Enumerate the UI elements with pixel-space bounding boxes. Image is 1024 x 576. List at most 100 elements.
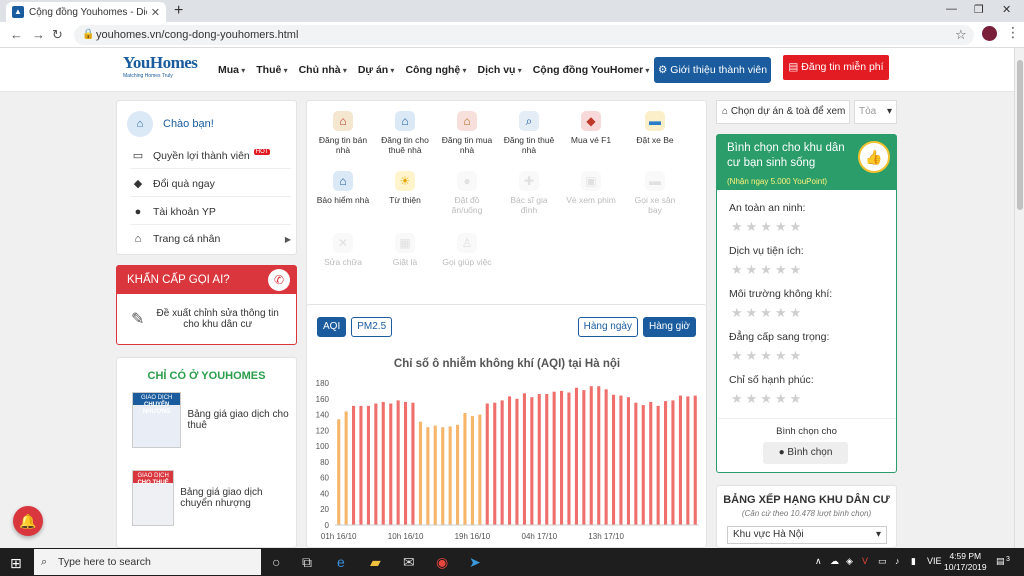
network-icon[interactable]: ▭ xyxy=(878,556,887,567)
windows-start-icon[interactable]: ⊞ xyxy=(10,555,22,572)
aqi-bar[interactable] xyxy=(478,414,482,525)
service-post-lease[interactable]: ⌕ Đăng tin thuê nhà xyxy=(501,111,557,155)
aqi-bar[interactable] xyxy=(671,400,675,525)
aqi-bar[interactable] xyxy=(485,403,489,526)
file-explorer-icon[interactable]: ▰ xyxy=(370,554,381,571)
aqi-bar[interactable] xyxy=(619,395,623,525)
nav-du-an[interactable]: Dự án xyxy=(358,64,395,76)
aqi-bar[interactable] xyxy=(560,390,564,525)
aqi-bar[interactable] xyxy=(530,397,534,525)
aqi-bar[interactable] xyxy=(500,400,504,525)
cortana-icon[interactable]: ○ xyxy=(272,554,280,570)
youhomes-logo[interactable]: YouHomes Matching Homes Truly xyxy=(123,54,198,87)
browser-menu-icon[interactable]: ⋮ xyxy=(1006,24,1020,41)
close-tab-icon[interactable]: ✕ xyxy=(151,6,160,19)
sidebar-item-gifts[interactable]: ◆ Đổi quà ngay xyxy=(131,171,291,197)
dropbox-icon[interactable]: ◈ xyxy=(846,556,853,567)
tab-pm25[interactable]: PM2.5 xyxy=(351,317,393,337)
aqi-bar[interactable] xyxy=(493,402,497,525)
profile-avatar[interactable] xyxy=(982,26,997,41)
aqi-bar[interactable] xyxy=(686,396,690,525)
price-rent-link[interactable]: GIAO DỊCH CHUYỂN NHƯỢNG Bảng giá giao dịc… xyxy=(132,392,292,448)
nav-thue[interactable]: Thuê xyxy=(256,64,287,76)
aqi-bar[interactable] xyxy=(626,397,630,525)
nav-mua[interactable]: Mua xyxy=(218,64,245,76)
post-free-button[interactable]: ▤ Đăng tin miễn phí xyxy=(783,55,889,80)
nav-chu-nha[interactable]: Chủ nhà xyxy=(299,64,347,76)
aqi-bar[interactable] xyxy=(456,424,460,525)
telegram-icon[interactable]: ➤ xyxy=(469,554,481,571)
notification-bell-icon[interactable]: 🔔 xyxy=(13,506,43,536)
rating-stars[interactable]: ★★★★★ xyxy=(731,305,804,321)
aqi-bar[interactable] xyxy=(678,395,682,525)
battery-icon[interactable]: ▮ xyxy=(911,556,916,567)
aqi-bar[interactable] xyxy=(567,392,571,526)
service-post-buy[interactable]: ⌂ Đăng tin mua nhà xyxy=(439,111,495,155)
project-select[interactable]: ⌂ Chọn dự án & toà để xem xyxy=(716,100,850,124)
aqi-bar[interactable] xyxy=(366,405,370,525)
aqi-bar[interactable] xyxy=(656,405,660,525)
service-home-insurance[interactable]: ⌂ Bảo hiểm nhà xyxy=(315,171,371,205)
aqi-bar[interactable] xyxy=(396,400,400,525)
region-select[interactable]: Khu vực Hà Nội ▾ xyxy=(727,526,887,544)
aqi-bar[interactable] xyxy=(649,401,653,525)
aqi-bar[interactable] xyxy=(515,398,519,525)
aqi-bar[interactable] xyxy=(508,396,512,525)
intro-member-button[interactable]: ⚙ Giới thiệu thành viên xyxy=(654,57,771,83)
aqi-bar[interactable] xyxy=(441,427,445,525)
suggest-edit-link[interactable]: ✎ Đề xuất chỉnh sửa thông tin cho khu dâ… xyxy=(131,308,281,330)
tab-hourly[interactable]: Hàng giờ xyxy=(642,317,696,337)
aqi-bar[interactable] xyxy=(693,395,697,525)
aqi-bar[interactable] xyxy=(426,427,430,525)
page-scrollbar[interactable] xyxy=(1014,48,1024,548)
rating-stars[interactable]: ★★★★★ xyxy=(731,391,804,407)
tab-daily[interactable]: Hàng ngày xyxy=(577,317,638,337)
tab-aqi[interactable]: AQI xyxy=(317,317,347,337)
rating-stars[interactable]: ★★★★★ xyxy=(731,219,804,235)
service-post-sale[interactable]: ⌂ Đăng tin bán nhà xyxy=(315,111,371,155)
aqi-bar[interactable] xyxy=(433,425,437,525)
aqi-bar[interactable] xyxy=(582,390,586,525)
minimize-icon[interactable]: — xyxy=(946,3,957,15)
aqi-bar[interactable] xyxy=(664,401,668,525)
aqi-bar[interactable] xyxy=(337,419,341,525)
aqi-bar[interactable] xyxy=(604,389,608,525)
forward-icon[interactable]: → xyxy=(32,27,45,42)
chrome-icon[interactable]: ◉ xyxy=(436,554,448,571)
action-center-icon[interactable]: ▤ xyxy=(996,556,1005,567)
aqi-bar[interactable] xyxy=(612,394,616,525)
tower-select[interactable]: Tòa ▾ xyxy=(854,100,897,124)
service-post-rent[interactable]: ⌂ Đăng tin cho thuê nhà xyxy=(377,111,433,155)
nav-dich-vu[interactable]: Dịch vụ xyxy=(478,64,522,76)
browser-tab[interactable]: ▲ Cộng đồng Youhomes - Diễn đàn ✕ xyxy=(6,2,166,22)
vivaldi-icon[interactable]: V xyxy=(862,556,868,566)
aqi-bar[interactable] xyxy=(634,402,638,525)
rating-stars[interactable]: ★★★★★ xyxy=(731,262,804,278)
service-be-car[interactable]: ▬ Đặt xe Be xyxy=(627,111,683,145)
sidebar-item-account[interactable]: ● Tài khoản YP xyxy=(131,199,291,225)
aqi-bar[interactable] xyxy=(374,403,378,526)
aqi-bar[interactable] xyxy=(448,426,452,525)
back-icon[interactable]: ← xyxy=(10,27,23,42)
language-indicator[interactable]: VIE xyxy=(927,556,942,566)
sidebar-item-benefits[interactable]: ▭ Quyền lợi thành viên HOT xyxy=(131,143,291,169)
new-tab-icon[interactable]: + xyxy=(174,2,183,20)
close-window-icon[interactable]: ✕ xyxy=(1002,3,1011,16)
volume-icon[interactable]: ♪ xyxy=(895,556,900,566)
aqi-bar[interactable] xyxy=(381,401,385,525)
aqi-bar[interactable] xyxy=(545,394,549,525)
aqi-bar[interactable] xyxy=(411,402,415,525)
aqi-bar[interactable] xyxy=(574,387,578,525)
service-f1-ticket[interactable]: ◆ Mua vé F1 xyxy=(563,111,619,145)
aqi-bar[interactable] xyxy=(641,405,645,525)
aqi-bar[interactable] xyxy=(463,413,467,525)
scrollbar-thumb[interactable] xyxy=(1017,60,1023,210)
sidebar-item-profile[interactable]: ⌂ Trang cá nhân ▶ xyxy=(131,226,291,252)
maximize-icon[interactable]: ❐ xyxy=(974,3,984,16)
edge-icon[interactable]: e xyxy=(337,554,345,570)
urgent-header[interactable]: KHẨN CẤP GỌI AI? ✆ xyxy=(117,266,296,294)
service-charity[interactable]: ☀ Từ thiện xyxy=(377,171,433,205)
taskbar-clock[interactable]: 4:59 PM 10/17/2019 xyxy=(944,551,987,573)
aqi-bar[interactable] xyxy=(352,405,356,525)
vote-button[interactable]: ● Bình chọn xyxy=(763,442,848,464)
